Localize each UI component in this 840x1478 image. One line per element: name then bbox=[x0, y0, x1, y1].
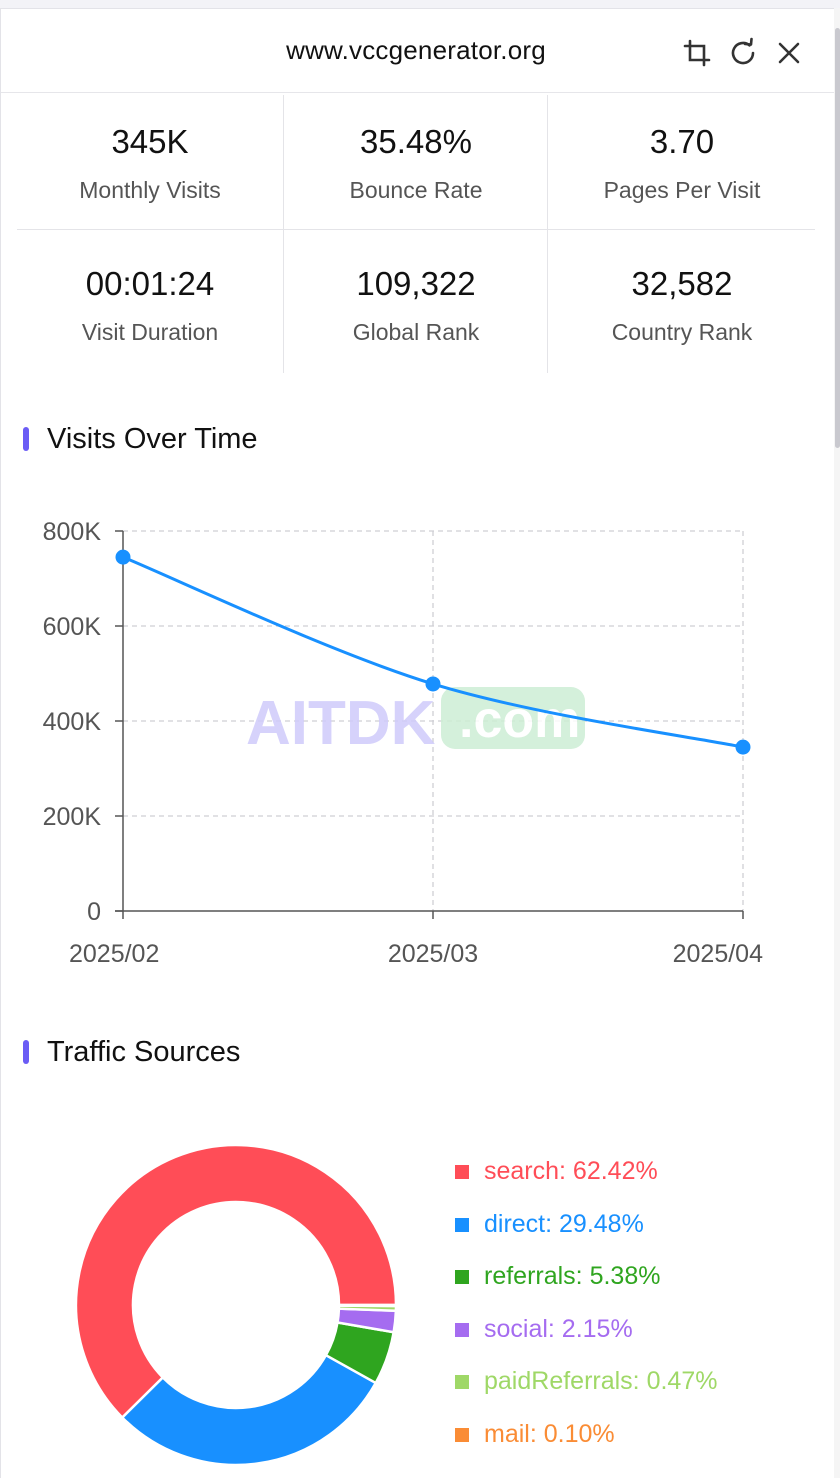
traffic-donut-chart bbox=[74, 1143, 398, 1467]
watermark-suffix: .com bbox=[459, 691, 580, 749]
stat-visit-duration: 00:01:24 Visit Duration bbox=[17, 237, 283, 376]
y-tick-label: 400K bbox=[43, 708, 102, 736]
section-title-text: Traffic Sources bbox=[47, 1036, 241, 1068]
stat-label: Visit Duration bbox=[81, 319, 219, 345]
crop-icon[interactable] bbox=[681, 37, 713, 69]
legend-item-referrals[interactable]: referrals: 5.38% bbox=[455, 1260, 815, 1313]
refresh-icon[interactable] bbox=[727, 37, 759, 69]
stat-value: 109,322 bbox=[356, 265, 476, 302]
data-point[interactable] bbox=[115, 549, 131, 565]
stat-country-rank: 32,582 Country Rank bbox=[549, 237, 815, 376]
y-tick-label: 200K bbox=[43, 803, 102, 831]
stat-monthly-visits: 345K Monthly Visits bbox=[17, 95, 283, 234]
close-icon[interactable] bbox=[773, 37, 805, 69]
section-accent-bar bbox=[23, 1040, 29, 1064]
legend-item-direct[interactable]: direct: 29.48% bbox=[455, 1208, 815, 1261]
stat-value: 32,582 bbox=[631, 265, 733, 302]
y-tick-label: 800K bbox=[43, 518, 102, 546]
stat-label: Country Rank bbox=[611, 319, 753, 345]
legend-item-social[interactable]: social: 2.15% bbox=[455, 1313, 815, 1366]
traffic-legend: search: 62.42% direct: 29.48% referrals: 5… bbox=[455, 1155, 815, 1470]
watermark-logo: AITDK .com bbox=[246, 687, 585, 758]
stat-label: Global Rank bbox=[352, 319, 480, 345]
stat-label: Pages Per Visit bbox=[603, 177, 761, 203]
stat-value: 345K bbox=[111, 123, 189, 160]
stat-pages-per-visit: 3.70 Pages Per Visit bbox=[549, 95, 815, 234]
legend-label: direct: 29.48% bbox=[484, 1209, 644, 1238]
stat-label: Bounce Rate bbox=[349, 177, 483, 203]
x-tick-label: 2025/04 bbox=[673, 940, 763, 968]
legend-label: mail: 0.10% bbox=[484, 1419, 615, 1448]
stat-bounce-rate: 35.48% Bounce Rate bbox=[283, 95, 549, 234]
legend-swatch bbox=[455, 1217, 469, 1232]
stat-global-rank: 109,322 Global Rank bbox=[283, 237, 549, 376]
legend-label: paidReferrals: 0.47% bbox=[484, 1367, 718, 1395]
stat-label: Monthly Visits bbox=[79, 177, 221, 203]
scrollbar-thumb[interactable] bbox=[835, 28, 840, 448]
legend-label: referrals: 5.38% bbox=[484, 1262, 661, 1290]
visits-line-chart: 0 200K 400K 600K 800K 2025/02 2025/03 2025/04 AI… bbox=[43, 518, 763, 968]
grid-divider bbox=[17, 229, 815, 230]
legend-label: social: 2.15% bbox=[484, 1314, 633, 1343]
scrollbar-track[interactable] bbox=[834, 8, 840, 1478]
legend-item-paidReferrals[interactable]: paidReferrals: 0.47% bbox=[455, 1365, 815, 1418]
stat-value: 00:01:24 bbox=[85, 265, 215, 302]
legend-item-mail[interactable]: mail: 0.10% bbox=[455, 1418, 815, 1471]
y-tick-label: 0 bbox=[87, 898, 101, 926]
y-tick-label: 600K bbox=[43, 613, 102, 641]
slice-mail[interactable] bbox=[337, 1303, 398, 1308]
section-accent-bar bbox=[23, 427, 29, 451]
watermark-text: AITDK bbox=[246, 689, 436, 758]
section-title-text: Visits Over Time bbox=[47, 423, 258, 455]
x-tick-label: 2025/03 bbox=[388, 940, 478, 968]
grid-divider bbox=[283, 95, 284, 373]
stats-grid: 345K Monthly Visits 35.48% Bounce Rate 3… bbox=[17, 95, 815, 373]
site-info-panel: www.vccgenerator.org 345K Monthly Visits… bbox=[0, 8, 834, 1478]
x-tick-label: 2025/02 bbox=[69, 940, 159, 968]
data-point[interactable] bbox=[425, 676, 441, 692]
data-point[interactable] bbox=[735, 739, 751, 755]
legend-item-search[interactable]: search: 62.42% bbox=[455, 1155, 815, 1208]
legend-swatch bbox=[455, 1165, 469, 1179]
panel-header: www.vccgenerator.org bbox=[1, 9, 834, 93]
slice-direct[interactable] bbox=[120, 1353, 378, 1467]
legend-label: search: 62.42% bbox=[484, 1157, 658, 1185]
stat-value: 3.70 bbox=[649, 123, 715, 160]
legend-swatch bbox=[455, 1375, 469, 1389]
legend-swatch bbox=[455, 1322, 469, 1337]
grid-divider bbox=[547, 95, 548, 373]
stat-value: 35.48% bbox=[360, 123, 472, 160]
legend-swatch bbox=[455, 1427, 469, 1442]
legend-swatch bbox=[455, 1270, 469, 1284]
